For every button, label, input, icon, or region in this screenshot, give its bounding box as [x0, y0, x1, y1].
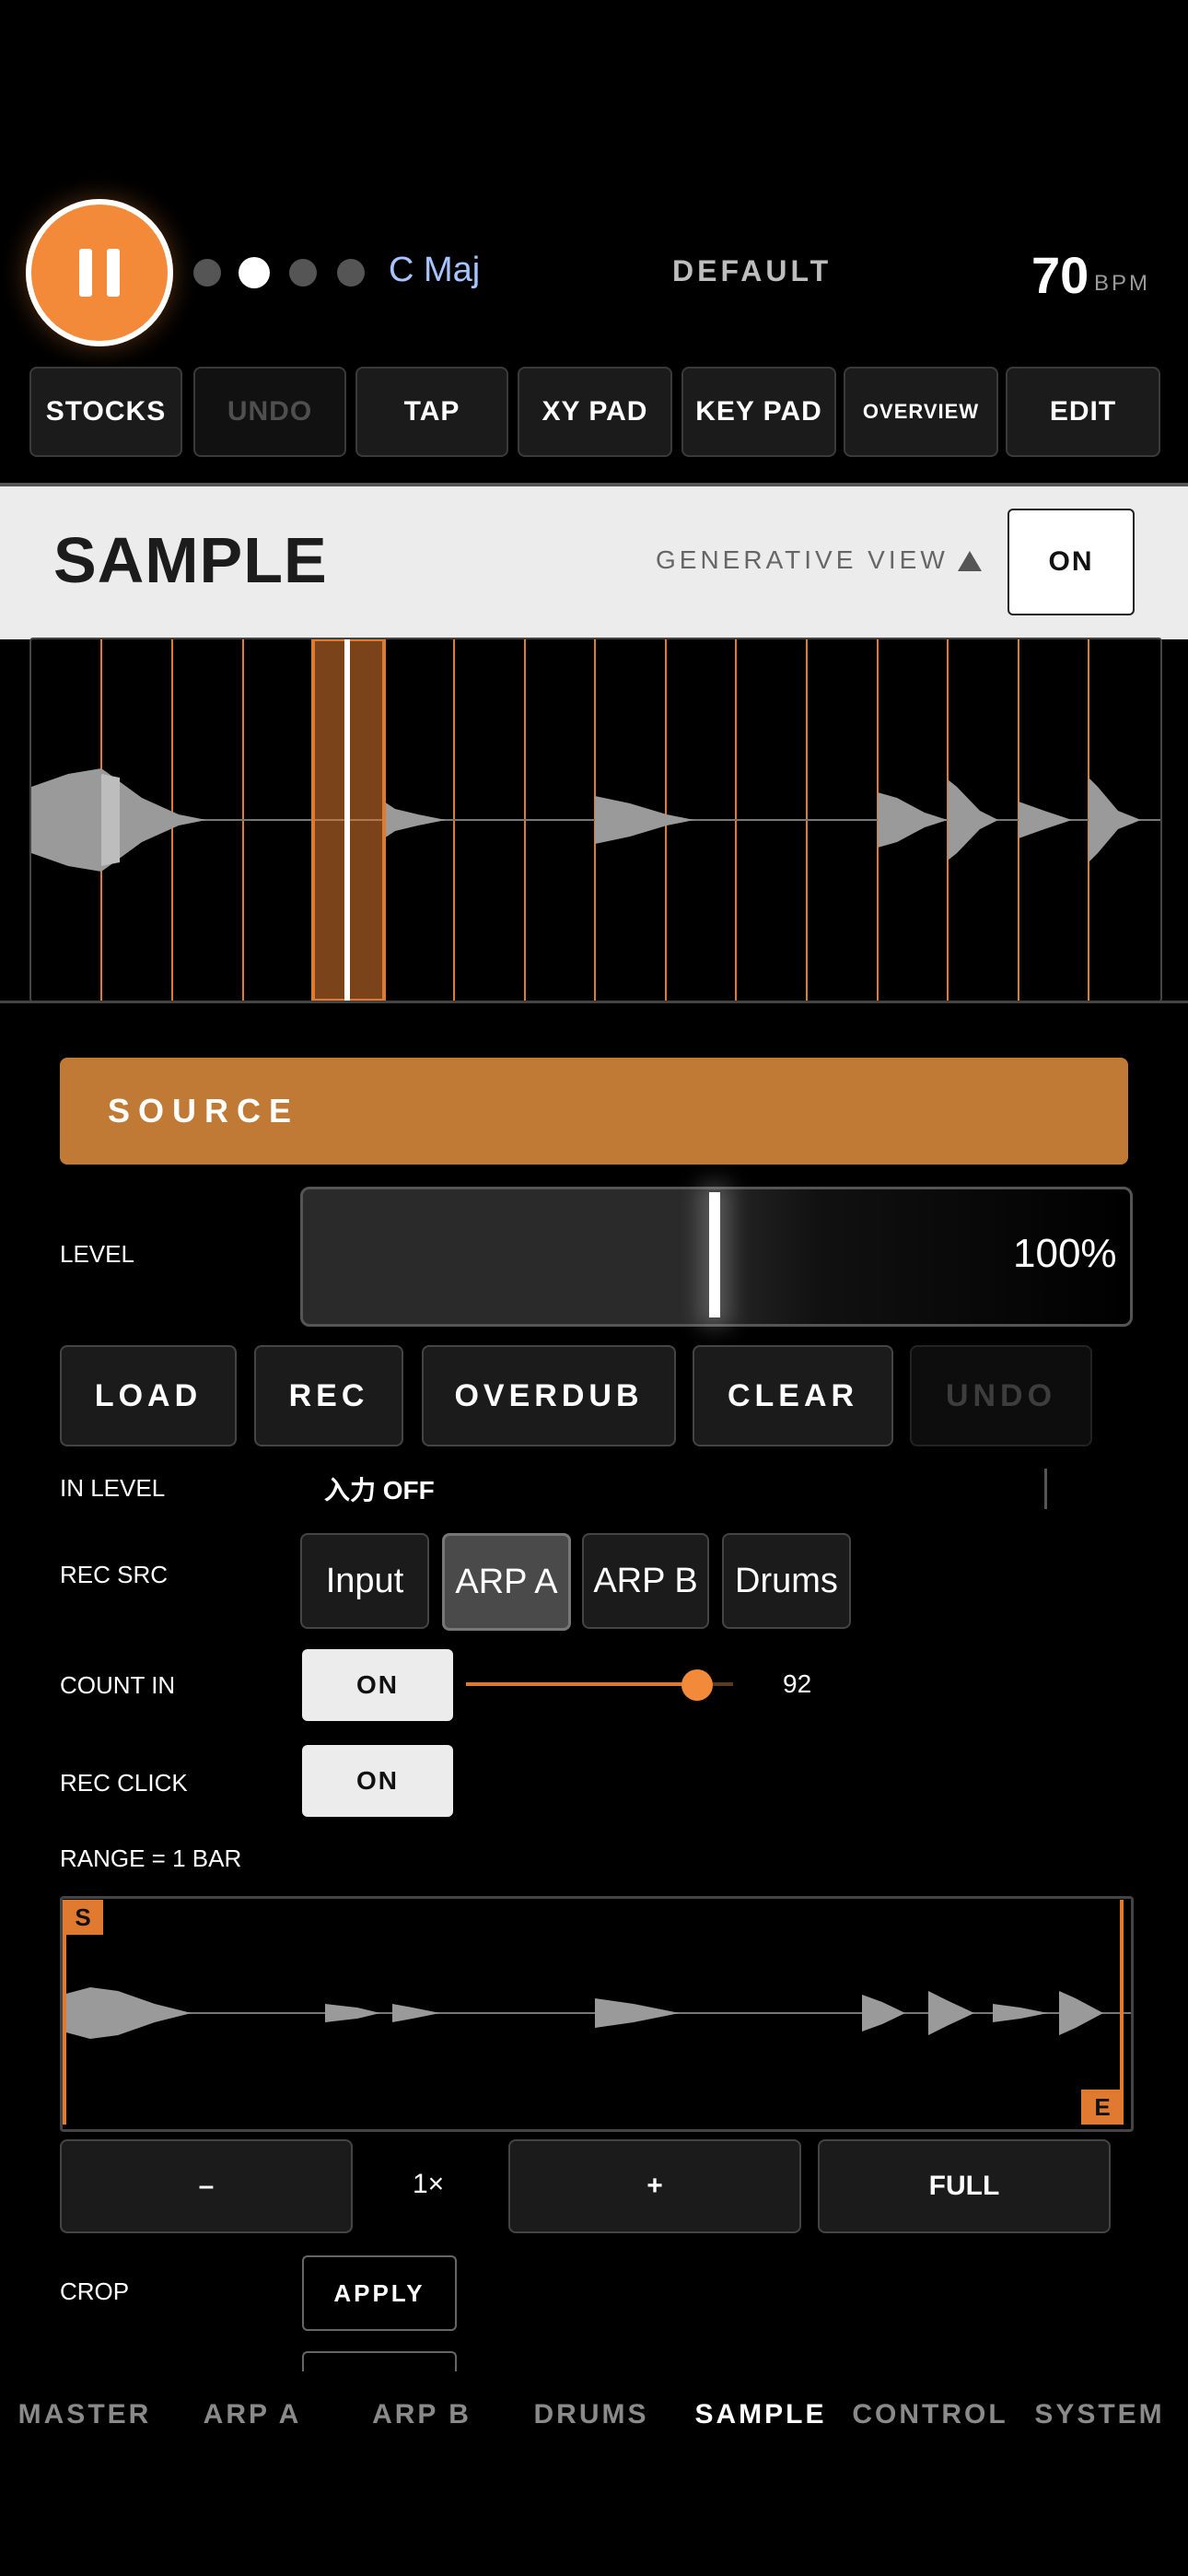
rec-src-arp-a[interactable]: ARP A: [442, 1533, 571, 1631]
nav-sample[interactable]: SAMPLE: [676, 2399, 845, 2430]
zoom-in-button[interactable]: +: [508, 2139, 801, 2233]
range-start-marker[interactable]: S: [63, 1900, 103, 1935]
range-waveform-svg: [63, 1987, 1131, 2039]
rec-button[interactable]: REC: [254, 1345, 403, 1446]
page-dot-4[interactable]: [337, 259, 365, 287]
rec-src-input[interactable]: Input: [300, 1533, 429, 1629]
zoom-out-button[interactable]: –: [60, 2139, 353, 2233]
undo-button[interactable]: UNDO: [193, 367, 346, 457]
count-in-toggle[interactable]: ON: [302, 1649, 453, 1721]
preset-name[interactable]: DEFAULT: [672, 254, 832, 288]
tap-button[interactable]: TAP: [355, 367, 508, 457]
key-label[interactable]: C Maj: [389, 251, 480, 290]
pause-icon: [79, 249, 92, 297]
nav-master[interactable]: MASTER: [0, 2399, 169, 2430]
bpm-label: BPM: [1094, 271, 1151, 296]
overview-button[interactable]: OVERVIEW: [844, 367, 998, 457]
range-end-marker[interactable]: E: [1081, 2090, 1124, 2125]
level-slider-handle[interactable]: [709, 1192, 720, 1317]
generative-view-toggle[interactable]: ON: [1007, 509, 1135, 615]
rec-click-toggle[interactable]: ON: [302, 1745, 453, 1817]
pause-icon-bar: [107, 249, 120, 297]
generative-view-label[interactable]: GENERATIVE VIEW: [656, 545, 949, 575]
playhead: [344, 639, 350, 1001]
in-level-meter: [1044, 1469, 1047, 1509]
page-title: SAMPLE: [53, 524, 328, 596]
count-in-value: 92: [783, 1669, 812, 1698]
divider: [0, 1001, 1188, 1003]
key-pad-button[interactable]: KEY PAD: [681, 367, 836, 457]
nav-control[interactable]: CONTROL: [845, 2399, 1015, 2430]
page-dot-3[interactable]: [289, 259, 317, 287]
source-undo-button[interactable]: UNDO: [910, 1345, 1092, 1446]
range-label: RANGE = 1 BAR: [60, 1844, 242, 1872]
pause-button[interactable]: [26, 199, 173, 346]
xy-pad-button[interactable]: XY PAD: [518, 367, 672, 457]
stocks-button[interactable]: STOCKS: [29, 367, 182, 457]
zoom-value: 1×: [413, 2169, 445, 2199]
sample-slice-view[interactable]: [29, 638, 1162, 1002]
count-in-label: COUNT IN: [60, 1671, 176, 1699]
load-button[interactable]: LOAD: [60, 1345, 237, 1446]
source-section-header[interactable]: SOURCE: [60, 1058, 1128, 1165]
rec-src-label: REC SRC: [60, 1561, 169, 1588]
slice-waveform: [31, 639, 1160, 1001]
triangle-up-icon[interactable]: [958, 551, 982, 571]
rec-click-label: REC CLICK: [60, 1769, 188, 1797]
crop-label: CROP: [60, 2277, 130, 2305]
crop-apply-button[interactable]: APPLY: [302, 2255, 457, 2331]
nav-arp-b[interactable]: ARP B: [337, 2399, 507, 2430]
nav-arp-a[interactable]: ARP A: [168, 2399, 337, 2430]
nav-system[interactable]: SYSTEM: [1015, 2399, 1184, 2430]
in-level-label: IN LEVEL: [60, 1474, 166, 1502]
page-dot-1[interactable]: [193, 259, 221, 287]
clear-button[interactable]: CLEAR: [693, 1345, 893, 1446]
count-in-slider-fill: [466, 1682, 698, 1686]
rec-src-arp-b[interactable]: ARP B: [582, 1533, 709, 1629]
level-label: LEVEL: [60, 1240, 134, 1268]
rec-src-drums[interactable]: Drums: [722, 1533, 851, 1629]
next-button-partial[interactable]: [302, 2351, 457, 2371]
bpm-value[interactable]: 70: [1031, 245, 1089, 305]
nav-drums[interactable]: DRUMS: [507, 2399, 676, 2430]
count-in-slider-knob[interactable]: [681, 1669, 713, 1701]
edit-button[interactable]: EDIT: [1006, 367, 1160, 457]
page-dot-2[interactable]: [239, 257, 270, 288]
in-level-value: 入力 OFF: [324, 1476, 435, 1505]
range-waveform[interactable]: [60, 1896, 1134, 2132]
zoom-full-button[interactable]: FULL: [818, 2139, 1111, 2233]
level-value: 100%: [1013, 1231, 1117, 1276]
overdub-button[interactable]: OVERDUB: [422, 1345, 676, 1446]
